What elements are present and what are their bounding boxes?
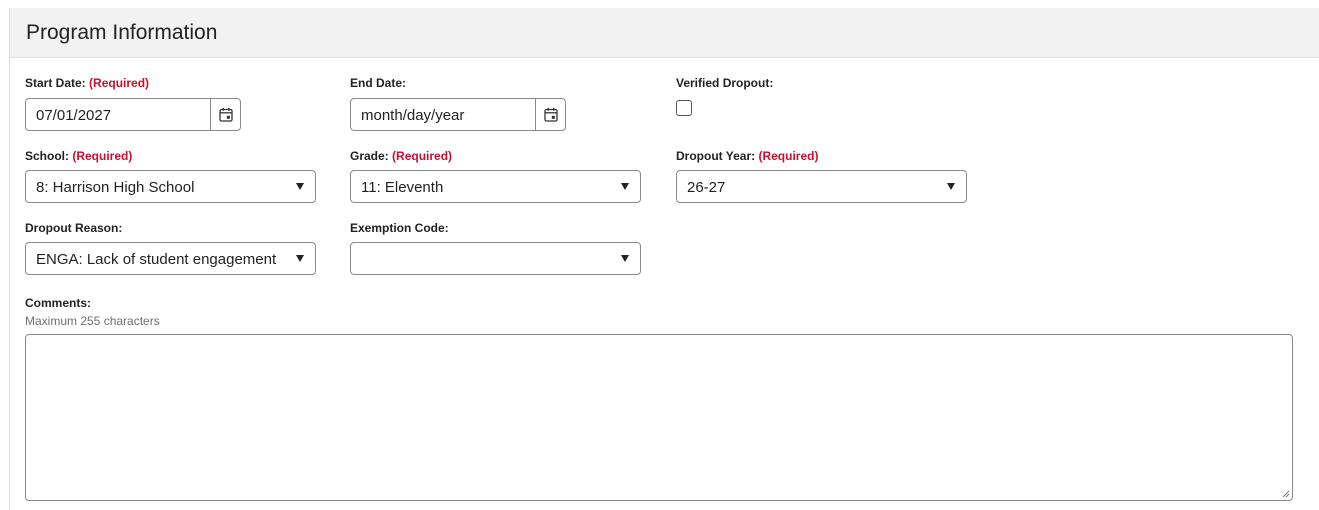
section-header: Program Information [10, 8, 1319, 58]
required-indicator: (Required) [89, 76, 150, 90]
dropout-reason-value: ENGA: Lack of student engagement [36, 251, 277, 268]
chevron-down-icon [621, 255, 629, 262]
required-indicator: (Required) [392, 149, 453, 163]
start-date-calendar-button[interactable] [210, 99, 240, 130]
chevron-down-icon [621, 183, 629, 190]
left-border [9, 8, 10, 510]
dropout-reason-label: Dropout Reason: [25, 221, 123, 235]
comments-label: Comments: [25, 296, 92, 310]
school-select[interactable]: 8: Harrison High School [25, 170, 316, 203]
resize-grip-icon[interactable] [1281, 489, 1290, 498]
exemption-code-select[interactable] [350, 242, 641, 275]
program-information-form: Program Information Start Date: (Require… [0, 0, 1319, 510]
start-date-input[interactable]: 07/01/2027 [25, 98, 241, 131]
section-title: Program Information [26, 21, 218, 44]
school-label: School: (Required) [25, 149, 133, 163]
end-date-calendar-button[interactable] [535, 99, 565, 130]
verified-dropout-checkbox[interactable] [676, 100, 692, 116]
chevron-down-icon [296, 183, 304, 190]
required-indicator: (Required) [758, 149, 819, 163]
dropout-year-label: Dropout Year: (Required) [676, 149, 819, 163]
grade-label: Grade: (Required) [350, 149, 453, 163]
end-date-placeholder: month/day/year [361, 107, 465, 124]
dropout-reason-select[interactable]: ENGA: Lack of student engagement [25, 242, 316, 275]
calendar-icon [218, 107, 233, 122]
end-date-input[interactable]: month/day/year [350, 98, 566, 131]
grade-value: 11: Eleventh [361, 179, 444, 196]
chevron-down-icon [947, 183, 955, 190]
start-date-label: Start Date: (Required) [25, 76, 150, 90]
comments-textarea[interactable] [25, 334, 1293, 501]
required-indicator: (Required) [72, 149, 133, 163]
calendar-icon [543, 107, 558, 122]
end-date-label: End Date: [350, 76, 407, 90]
exemption-code-label: Exemption Code: [350, 221, 449, 235]
start-date-value: 07/01/2027 [36, 107, 112, 124]
school-value: 8: Harrison High School [36, 179, 195, 196]
chevron-down-icon [296, 255, 304, 262]
verified-dropout-label: Verified Dropout: [676, 76, 774, 90]
dropout-year-select[interactable]: 26-27 [676, 170, 967, 203]
dropout-year-value: 26-27 [687, 179, 726, 196]
comments-hint: Maximum 255 characters [25, 314, 160, 328]
grade-select[interactable]: 11: Eleventh [350, 170, 641, 203]
